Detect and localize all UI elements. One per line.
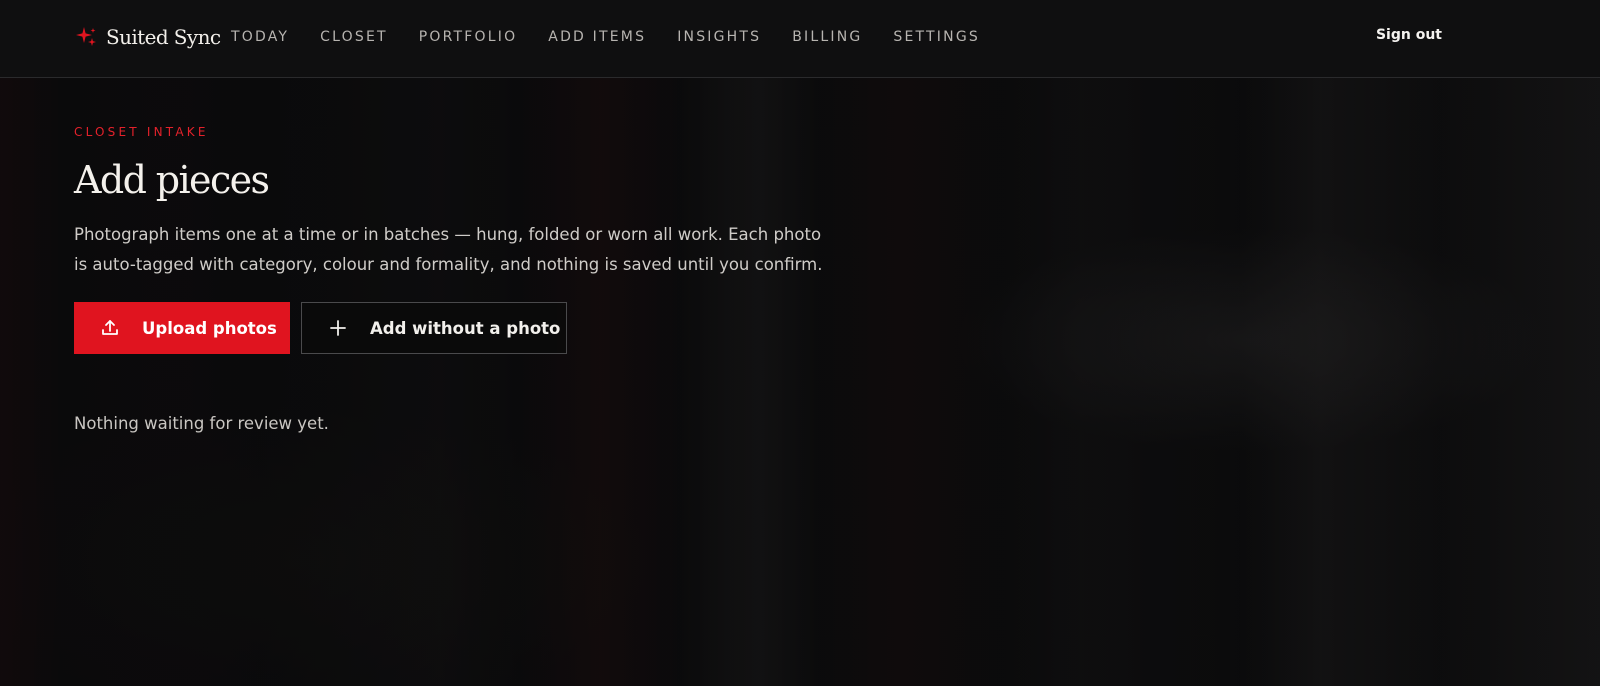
page-title: Add pieces <box>74 158 270 202</box>
sign-out-link[interactable]: Sign out <box>1376 27 1442 43</box>
nav-item-add-items[interactable]: ADD ITEMS <box>548 29 646 45</box>
page-description: Photograph items one at a time or in bat… <box>74 225 823 274</box>
plus-icon <box>328 318 348 338</box>
page: Suited Sync TODAY CLOSET PORTFOLIO ADD I… <box>0 0 1600 686</box>
upload-icon <box>100 318 120 338</box>
nav-item-portfolio[interactable]: PORTFOLIO <box>419 29 518 45</box>
nav-item-closet[interactable]: CLOSET <box>320 29 388 45</box>
add-without-photo-label: Add without a photo <box>370 318 561 338</box>
top-navigation-bar: Suited Sync TODAY CLOSET PORTFOLIO ADD I… <box>0 0 1600 78</box>
brand-logo[interactable]: Suited Sync <box>74 22 221 52</box>
sparkle-logo-icon <box>74 25 98 49</box>
nav-item-settings[interactable]: SETTINGS <box>893 29 980 45</box>
brand-name: Suited Sync <box>106 25 221 49</box>
main-nav: TODAY CLOSET PORTFOLIO ADD ITEMS INSIGHT… <box>231 27 1011 47</box>
closet-intake-section: CLOSET INTAKE Add pieces Photograph item… <box>74 124 834 450</box>
intake-actions: Upload photos Add without a photo <box>74 302 834 354</box>
nav-item-insights[interactable]: INSIGHTS <box>677 29 761 45</box>
nav-item-billing[interactable]: BILLING <box>792 29 862 45</box>
add-without-photo-button[interactable]: Add without a photo <box>301 302 567 354</box>
upload-photos-label: Upload photos <box>142 318 277 338</box>
nav-item-today[interactable]: TODAY <box>231 29 289 45</box>
section-eyebrow: CLOSET INTAKE <box>74 125 209 139</box>
upload-photos-button[interactable]: Upload photos <box>74 302 290 354</box>
review-empty-state: Nothing waiting for review yet. <box>74 414 329 433</box>
